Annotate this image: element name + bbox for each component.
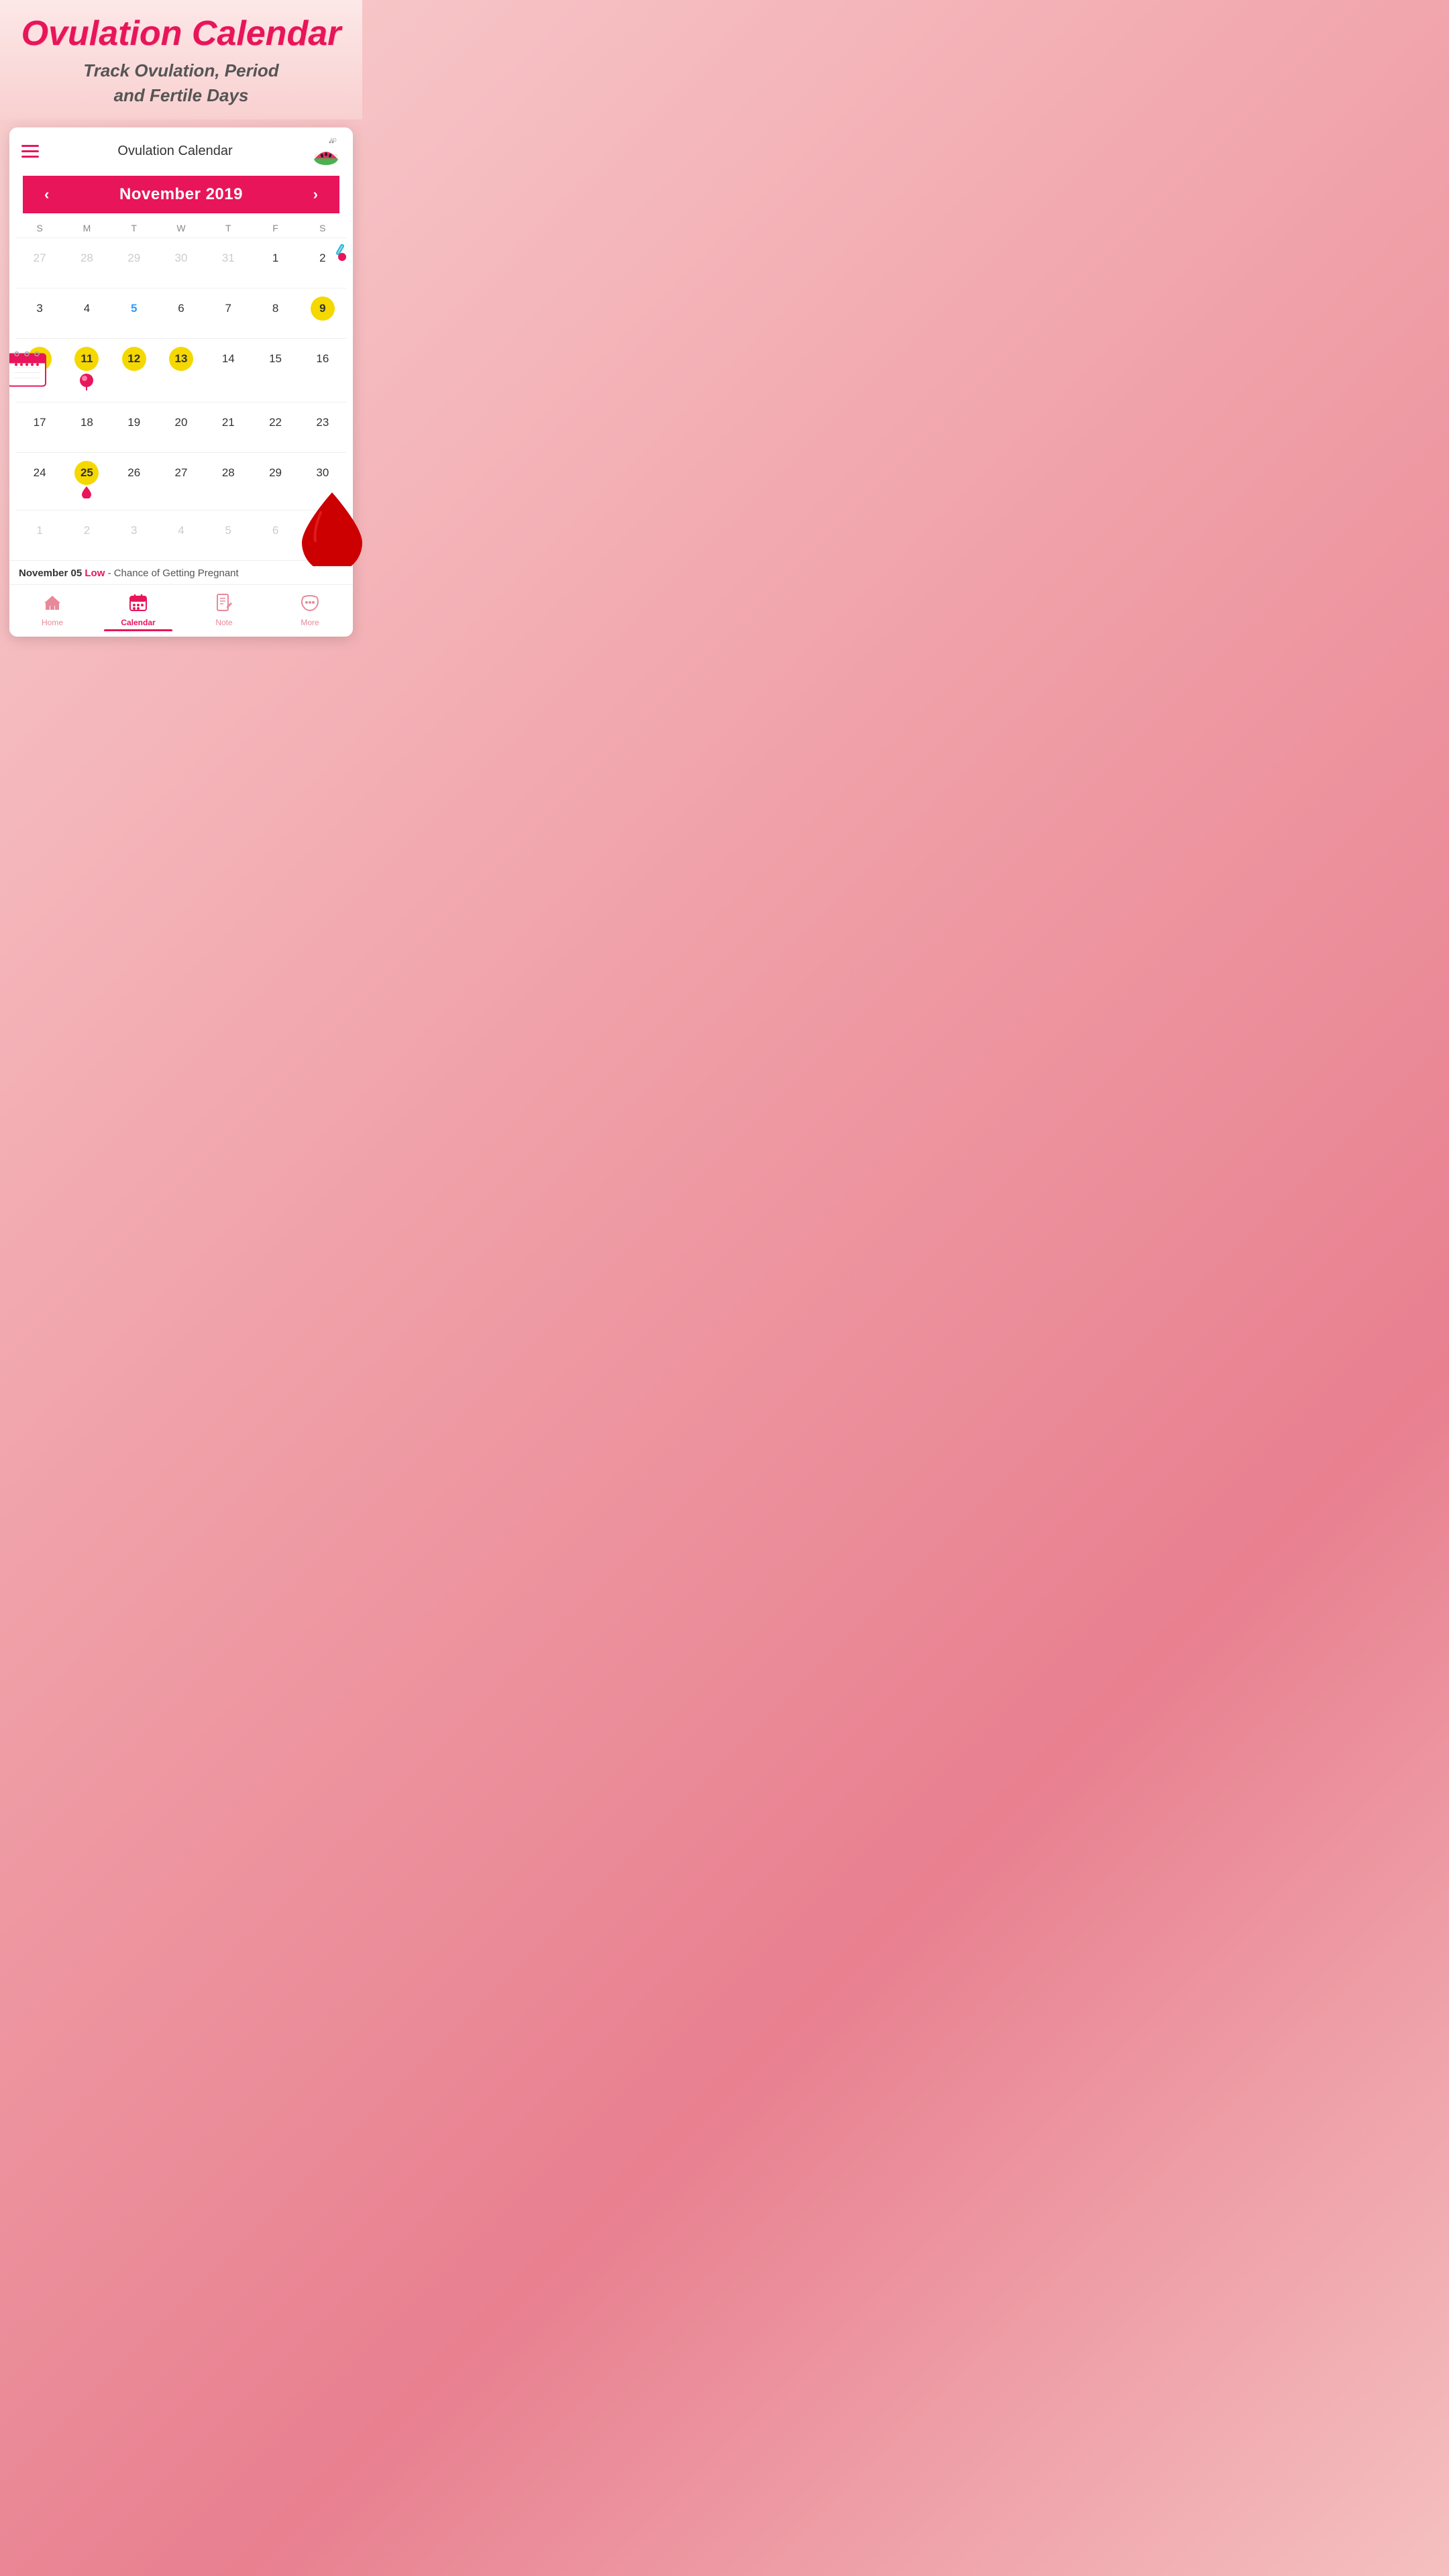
nav-active-indicator: [104, 629, 172, 631]
cal-cell-4[interactable]: 4: [63, 294, 110, 333]
cal-cell-8[interactable]: 8: [252, 294, 299, 333]
cal-cell-31-oct[interactable]: 31: [205, 244, 252, 282]
cal-cell-9[interactable]: 9: [299, 294, 346, 333]
svg-text:AD: AD: [330, 138, 337, 143]
app-subtitle: Track Ovulation, Periodand Fertile Days: [13, 58, 349, 107]
cal-cell-16[interactable]: 16: [299, 344, 346, 396]
note-icon: [215, 593, 233, 616]
nav-more[interactable]: More: [267, 589, 353, 635]
calendar-row-4: 17 18 19 20 21 22 23: [16, 402, 346, 452]
cal-cell-11[interactable]: 11: [63, 344, 110, 396]
weekday-s1: S: [16, 223, 63, 233]
month-nav: ‹ November 2019 ›: [23, 176, 339, 213]
cal-cell-21[interactable]: 21: [205, 408, 252, 447]
ovulation-marker: [79, 373, 94, 394]
cal-cell-4-dec[interactable]: 4: [158, 516, 205, 555]
page-wrapper: Ovulation Calendar Track Ovulation, Peri…: [0, 0, 362, 637]
cal-cell-24[interactable]: 24: [16, 458, 63, 504]
calendar-row-5: 24 25 26 27 28 29 30: [16, 452, 346, 510]
status-text: - Chance of Getting Pregnant: [108, 568, 239, 579]
home-icon: [43, 593, 62, 616]
cal-cell-14[interactable]: 14: [205, 344, 252, 396]
menu-button[interactable]: [21, 145, 39, 158]
cal-cell-23[interactable]: 23: [299, 408, 346, 447]
cal-cell-12[interactable]: 12: [111, 344, 158, 396]
prev-month-button[interactable]: ‹: [39, 186, 54, 203]
cal-cell-6[interactable]: 6: [158, 294, 205, 333]
status-level: Low: [85, 568, 105, 579]
weekday-t1: T: [111, 223, 158, 233]
cal-cell-28[interactable]: 28: [205, 458, 252, 504]
nav-more-label: More: [301, 618, 319, 627]
status-date: November 05: [19, 568, 82, 579]
cal-cell-30-oct[interactable]: 30: [158, 244, 205, 282]
nav-note[interactable]: Note: [181, 589, 267, 635]
cal-cell-22[interactable]: 22: [252, 408, 299, 447]
calendar-row-3: 10 11 12 13 14 15: [16, 338, 346, 402]
cal-cell-29-oct[interactable]: 29: [111, 244, 158, 282]
watermelon-icon: AD: [311, 137, 341, 166]
month-year-label: November 2019: [119, 185, 243, 204]
calendar-row-6: 1 2 3 4 5 6 7: [16, 510, 346, 560]
cal-cell-2[interactable]: 2: [299, 244, 346, 282]
cal-cell-13[interactable]: 13: [158, 344, 205, 396]
cal-cell-3[interactable]: 3: [16, 294, 63, 333]
cal-cell-28-oct[interactable]: 28: [63, 244, 110, 282]
cal-cell-6-dec[interactable]: 6: [252, 516, 299, 555]
weekday-t2: T: [205, 223, 252, 233]
blood-drop-large-decoration: [302, 492, 362, 570]
more-icon: [301, 593, 319, 616]
calendar-row-1: 27 28 29 30 31 1 2: [16, 237, 346, 288]
weekday-s2: S: [299, 223, 346, 233]
topbar-title: Ovulation Calendar: [117, 144, 232, 159]
cal-cell-5[interactable]: 5: [111, 294, 158, 333]
weekday-row: S M T W T F S: [16, 213, 346, 237]
cal-cell-18[interactable]: 18: [63, 408, 110, 447]
calendar-icon: [129, 593, 148, 616]
weekday-w: W: [158, 223, 205, 233]
cal-cell-29[interactable]: 29: [252, 458, 299, 504]
cal-cell-2-dec[interactable]: 2: [63, 516, 110, 555]
period-marker-small: [82, 486, 91, 502]
next-month-button[interactable]: ›: [308, 186, 323, 203]
cal-cell-25[interactable]: 25: [63, 458, 110, 504]
nav-home[interactable]: Home: [9, 589, 95, 635]
thermometer-icon: [325, 241, 349, 268]
nav-home-label: Home: [42, 618, 63, 627]
cal-cell-27-oct[interactable]: 27: [16, 244, 63, 282]
small-calendar-decoration: [9, 348, 47, 392]
calendar-row-2: 3 4 5 6 7 8 9: [16, 288, 346, 338]
nav-calendar-label: Calendar: [121, 618, 155, 627]
top-bar: Ovulation Calendar AD: [9, 127, 353, 176]
app-title: Ovulation Calendar: [13, 15, 349, 53]
weekday-f: F: [252, 223, 299, 233]
cal-cell-3-dec[interactable]: 3: [111, 516, 158, 555]
nav-calendar[interactable]: Calendar: [95, 589, 181, 635]
month-nav-wrapper: ‹ November 2019 ›: [9, 176, 353, 213]
app-header: Ovulation Calendar Track Ovulation, Peri…: [0, 0, 362, 119]
bottom-nav: Home Calendar: [9, 584, 353, 637]
nav-note-label: Note: [215, 618, 232, 627]
cal-cell-7[interactable]: 7: [205, 294, 252, 333]
cal-cell-19[interactable]: 19: [111, 408, 158, 447]
weekday-m: M: [63, 223, 110, 233]
cal-cell-1-dec[interactable]: 1: [16, 516, 63, 555]
cal-cell-17[interactable]: 17: [16, 408, 63, 447]
cal-cell-26[interactable]: 26: [111, 458, 158, 504]
cal-cell-15[interactable]: 15: [252, 344, 299, 396]
cal-cell-20[interactable]: 20: [158, 408, 205, 447]
cal-cell-27-nov[interactable]: 27: [158, 458, 205, 504]
cal-cell-5-dec[interactable]: 5: [205, 516, 252, 555]
cal-cell-1[interactable]: 1: [252, 244, 299, 282]
